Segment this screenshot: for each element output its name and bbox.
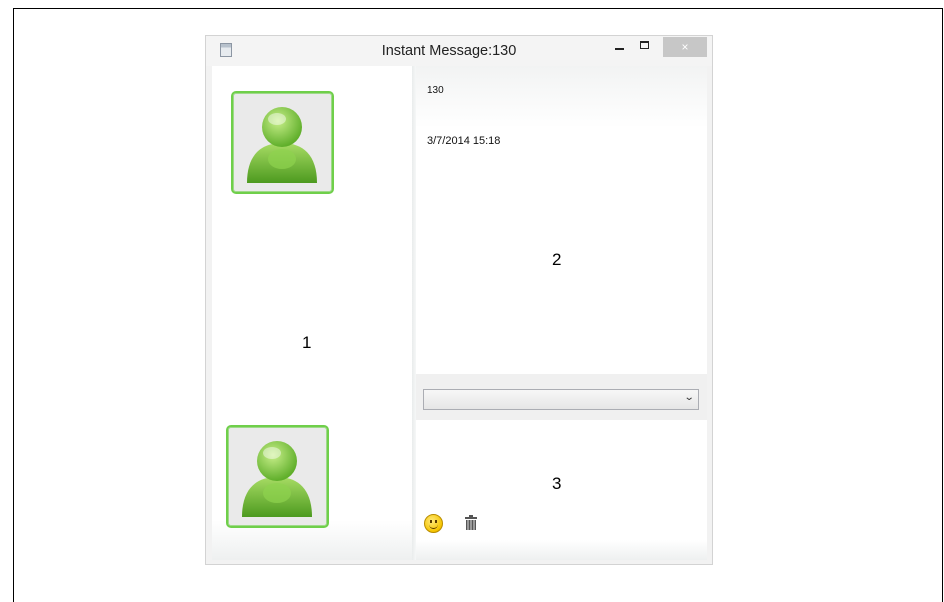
avatar-pane: 1 [212,66,412,560]
smiley-icon[interactable] [424,514,443,533]
local-user-avatar[interactable] [226,425,329,528]
status-strip [416,540,707,560]
close-icon: × [681,40,689,54]
instant-message-window: Instant Message:130 × 1 130 3/7/2014 15:… [205,35,713,565]
contact-name: 130 [427,85,444,96]
close-button[interactable]: × [663,37,707,57]
region-2-label: 2 [552,250,562,269]
user-avatar-icon [247,107,317,183]
trash-icon[interactable] [465,515,477,530]
region-3-label: 3 [552,474,562,493]
chevron-down-icon: ⌄ [683,392,695,403]
composer-toolbar: ⌄ [416,374,707,420]
maximize-button[interactable] [634,37,658,57]
window-title: Instant Message:130 [381,43,517,59]
region-1-label: 1 [302,333,312,352]
user-avatar-icon [242,441,312,517]
message-timestamp: 3/7/2014 15:18 [427,135,501,147]
message-input[interactable] [416,420,707,540]
conversation-header: 130 [416,66,707,128]
title-bar[interactable]: Instant Message:130 × [206,36,712,66]
remote-user-avatar[interactable] [231,91,334,194]
conversation-pane: 130 3/7/2014 15:18 2 ⌄ 3 [416,66,707,560]
format-dropdown[interactable]: ⌄ [423,389,699,410]
minimize-button[interactable] [610,37,630,57]
